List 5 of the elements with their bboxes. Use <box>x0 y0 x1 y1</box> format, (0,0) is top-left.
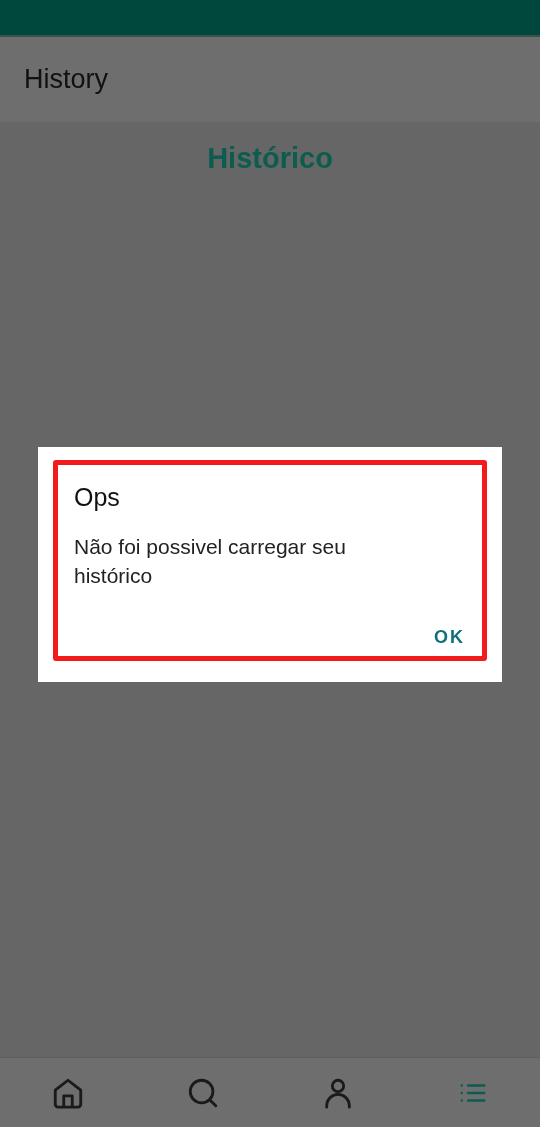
page-heading: Histórico <box>207 142 333 175</box>
ok-button[interactable]: OK <box>428 623 471 652</box>
dialog-message: Não foi possivel carregar seu histórico <box>74 534 347 589</box>
app-bar-title: History <box>24 64 108 95</box>
dialog-title: Ops <box>74 483 121 512</box>
